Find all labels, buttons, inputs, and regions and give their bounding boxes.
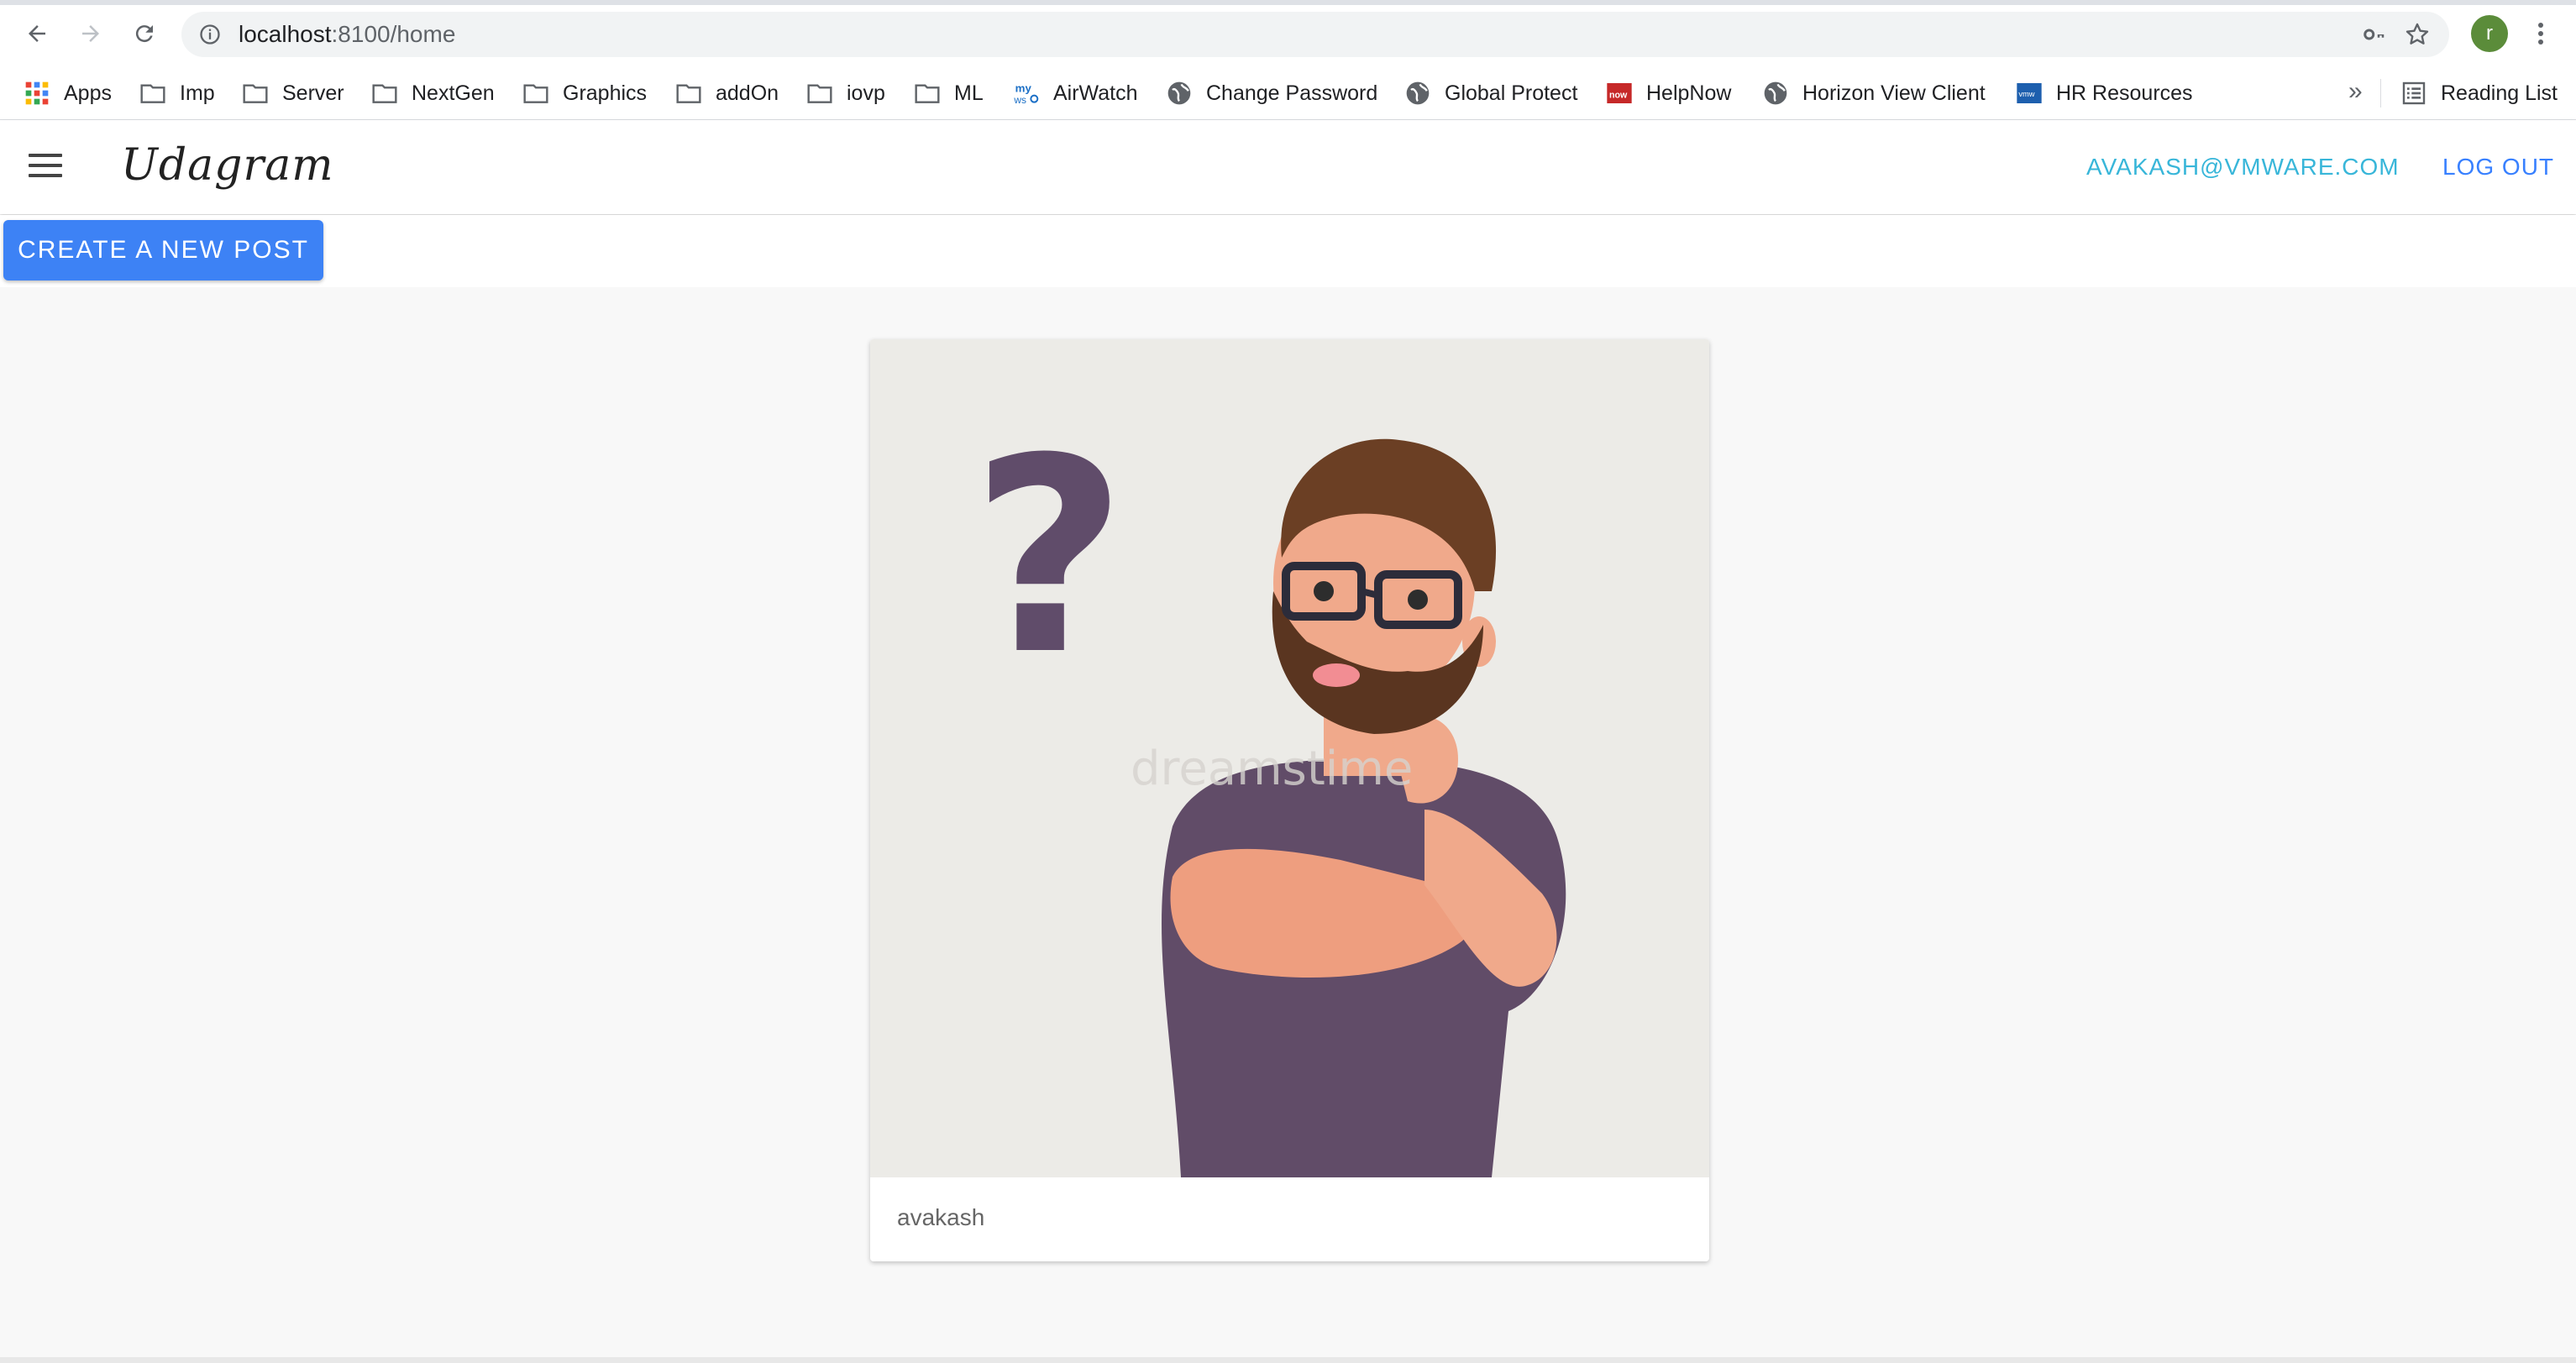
- more-bookmarks-chevron[interactable]: »: [2348, 77, 2363, 106]
- bookmarks-divider: [2380, 79, 2381, 107]
- bookmark-label: iovp: [847, 81, 885, 105]
- bookmark-folder-imp[interactable]: Imp: [139, 67, 215, 119]
- reading-list-button[interactable]: Reading List: [2400, 67, 2558, 119]
- globe-icon: [1762, 80, 1789, 107]
- bookmark-folder-server[interactable]: Server: [242, 67, 344, 119]
- svg-text:dreamstime: dreamstime: [1131, 742, 1413, 796]
- url-path: :8100/home: [331, 21, 456, 47]
- svg-text:?: ?: [971, 401, 1127, 714]
- folder-icon: [242, 80, 269, 107]
- address-bar[interactable]: localhost:8100/home: [181, 12, 2449, 57]
- more-options-icon[interactable]: [2528, 17, 2553, 50]
- site-info-icon[interactable]: [198, 23, 222, 46]
- globe-icon: [1166, 80, 1193, 107]
- post-image: ? dreamstime: [870, 339, 1709, 1177]
- url-host: localhost: [239, 21, 332, 47]
- bookmark-apps[interactable]: Apps: [24, 67, 112, 119]
- back-button[interactable]: [17, 15, 57, 52]
- reading-list-icon: [2400, 80, 2427, 107]
- app-header: Udagram AVAKASH@VMWARE.COM LOG OUT: [0, 120, 2576, 214]
- profile-avatar[interactable]: r: [2471, 15, 2508, 52]
- back-arrow-icon: [29, 25, 45, 42]
- svg-text:now: now: [1609, 90, 1628, 100]
- reload-button[interactable]: [124, 15, 165, 52]
- bookmark-folder-iovp[interactable]: iovp: [806, 67, 885, 119]
- folder-icon: [139, 80, 166, 107]
- bookmark-label: Apps: [64, 81, 112, 105]
- folder-icon: [806, 80, 833, 107]
- bookmark-label: HR Resources: [2056, 81, 2193, 105]
- reload-icon: [135, 25, 153, 43]
- bookmark-hr-resources[interactable]: vmw HR Resources: [2016, 67, 2193, 119]
- hamburger-menu-icon[interactable]: [29, 154, 62, 181]
- logout-button[interactable]: LOG OUT: [2442, 154, 2554, 181]
- bookmark-folder-graphics[interactable]: Graphics: [522, 67, 647, 119]
- now-icon: now: [1606, 80, 1633, 107]
- vmw-icon: vmw: [2016, 80, 2043, 107]
- create-new-post-button[interactable]: CREATE A NEW POST: [3, 220, 323, 280]
- bookmark-label: Global Protect: [1445, 81, 1578, 105]
- bookmark-helpnow[interactable]: now HelpNow: [1606, 67, 1731, 119]
- folder-icon: [675, 80, 702, 107]
- bookmark-label: NextGen: [412, 81, 495, 105]
- bookmarks-bar: Apps Imp Server NextGen Graphics addOn i…: [0, 67, 2576, 120]
- svg-text:vmw: vmw: [2018, 90, 2034, 98]
- bookmark-folder-ml[interactable]: ML: [914, 67, 984, 119]
- svg-text:ws: ws: [1013, 94, 1026, 106]
- url-text[interactable]: localhost:8100/home: [239, 22, 455, 47]
- user-email-link[interactable]: AVAKASH@VMWARE.COM: [2086, 154, 2400, 181]
- folder-icon: [522, 80, 549, 107]
- bookmark-label: Graphics: [563, 81, 648, 105]
- forward-arrow-icon: [82, 25, 99, 42]
- forward-button[interactable]: [71, 15, 111, 52]
- bookmark-global-protect[interactable]: Global Protect: [1404, 67, 1577, 119]
- post-caption: avakash: [897, 1204, 985, 1230]
- folder-icon: [371, 80, 398, 107]
- my-wso-icon: my ws: [1013, 80, 1040, 107]
- reading-list-label: Reading List: [2441, 81, 2558, 105]
- bookmark-label: Imp: [180, 81, 215, 105]
- bookmark-horizon-view-client[interactable]: Horizon View Client: [1762, 67, 1986, 119]
- svg-text:my: my: [1015, 82, 1032, 95]
- bookmark-label: Horizon View Client: [1802, 81, 1986, 105]
- bookmark-label: addOn: [716, 81, 779, 105]
- key-icon[interactable]: [2362, 22, 2387, 47]
- bookmark-star-icon[interactable]: [2404, 21, 2431, 48]
- app-title: Udagram: [121, 140, 334, 191]
- bookmark-label: AirWatch: [1053, 81, 1138, 105]
- tab-strip-edge: [0, 0, 2576, 5]
- bookmark-change-password[interactable]: Change Password: [1166, 67, 1377, 119]
- bookmark-airwatch[interactable]: my ws AirWatch: [1013, 67, 1137, 119]
- feed-card[interactable]: ? dreamstime avakash: [870, 339, 1709, 1261]
- folder-icon: [914, 80, 941, 107]
- globe-icon: [1404, 80, 1431, 107]
- bottom-edge: [0, 1357, 2576, 1363]
- bookmark-label: Change Password: [1206, 81, 1378, 105]
- bookmark-label: HelpNow: [1646, 81, 1732, 105]
- apps-grid-icon: [24, 80, 50, 107]
- action-toolbar: CREATE A NEW POST: [0, 215, 2576, 287]
- bookmark-label: Server: [282, 81, 344, 105]
- browser-toolbar: localhost:8100/home r: [0, 0, 2576, 67]
- bookmark-folder-nextgen[interactable]: NextGen: [371, 67, 495, 119]
- bookmark-label: ML: [954, 81, 984, 105]
- bookmark-folder-addon[interactable]: addOn: [675, 67, 779, 119]
